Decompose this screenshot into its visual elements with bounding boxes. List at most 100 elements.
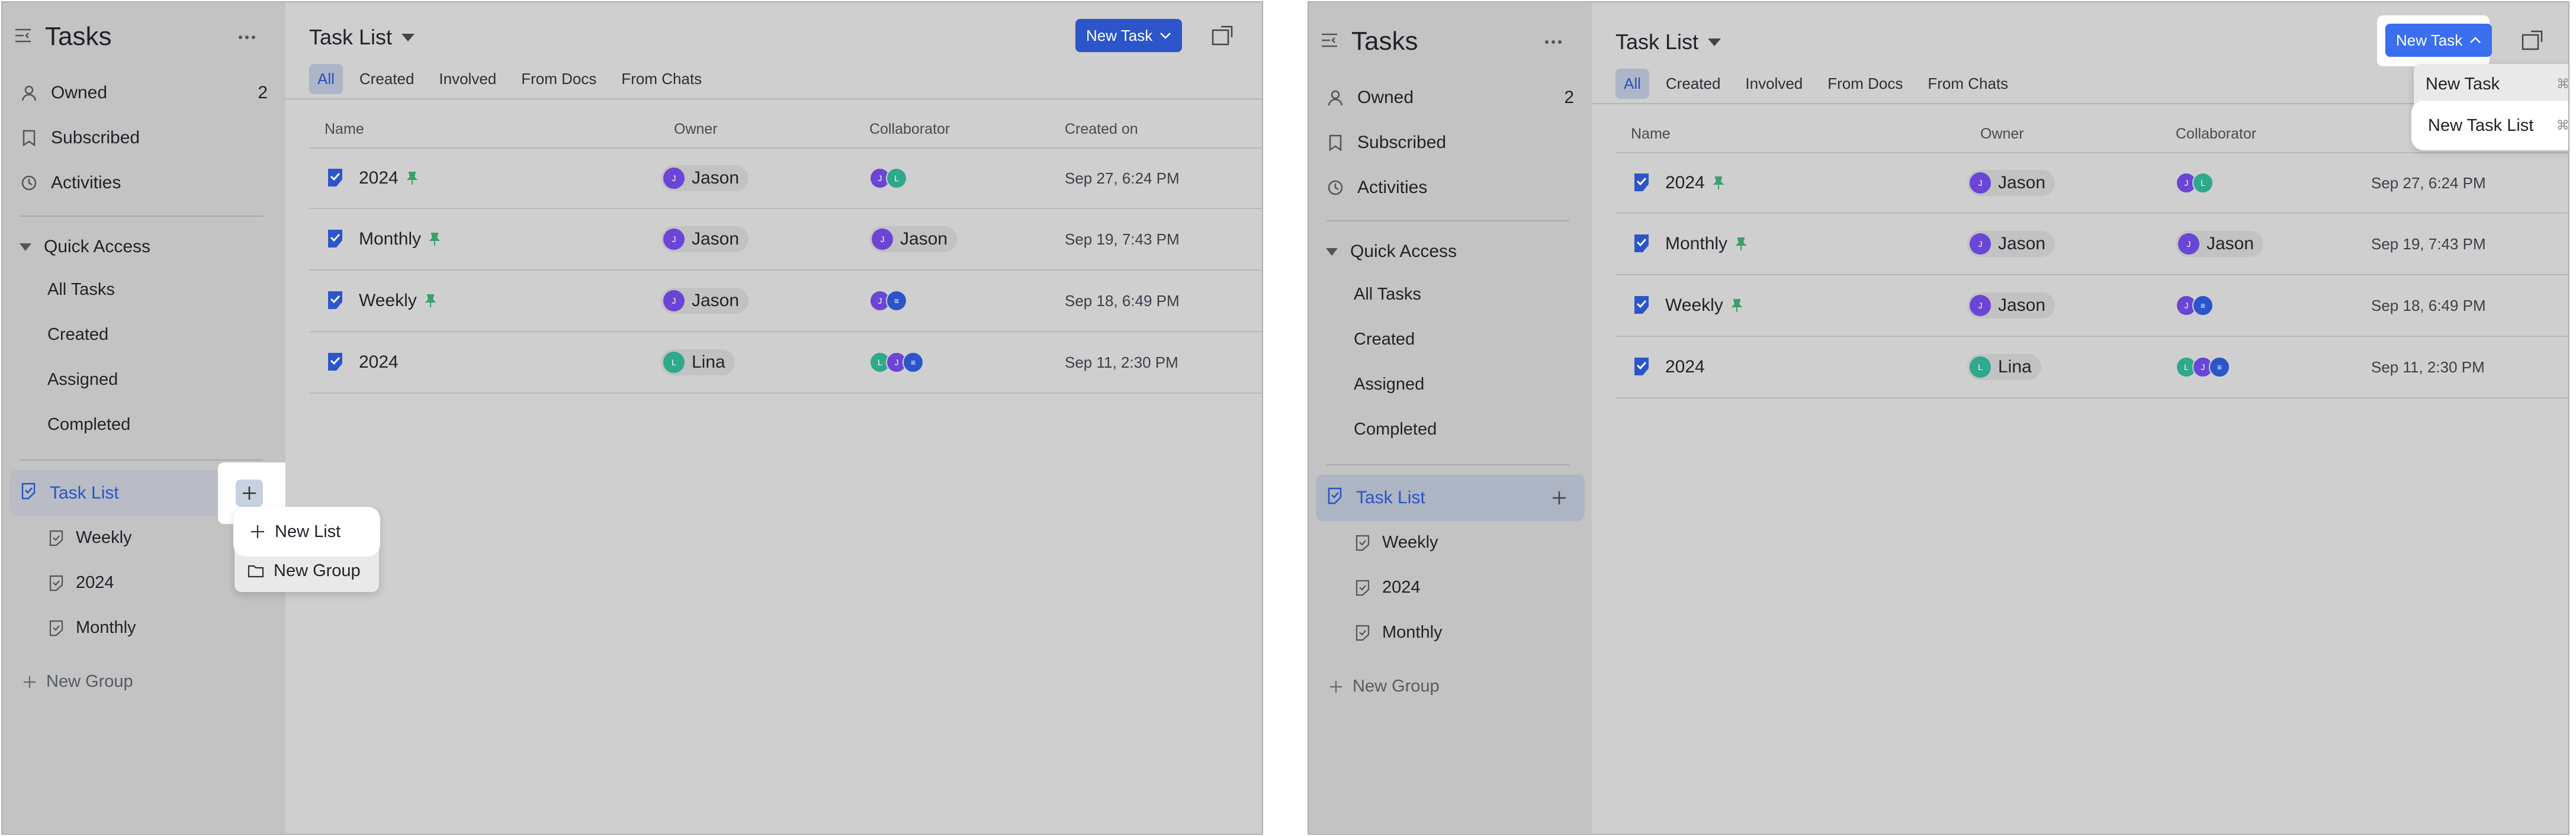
task-list-child-weekly[interactable]: Weekly xyxy=(1355,533,1438,552)
task-list-child-2024[interactable]: 2024 xyxy=(1355,578,1421,597)
collaborator-avatars[interactable]: J ≡ xyxy=(2176,295,2214,316)
quick-access-all-tasks[interactable]: All Tasks xyxy=(47,280,115,300)
quick-access-created[interactable]: Created xyxy=(47,325,108,345)
more-icon[interactable] xyxy=(1540,28,1567,56)
table-row[interactable]: 2024 J Jason JL Sep 27, 6:24 PM xyxy=(309,147,1262,209)
collapse-sidebar-icon[interactable] xyxy=(14,28,32,46)
collaborator-avatars[interactable]: L J ≡ xyxy=(2176,356,2230,378)
tab-created[interactable]: Created xyxy=(351,64,423,94)
tab-from-chats[interactable]: From Chats xyxy=(613,64,710,94)
task-list-child-weekly[interactable]: Weekly xyxy=(49,528,132,548)
table-row[interactable]: Weekly J Jason J ≡ Sep 18, 6:49 PM xyxy=(309,271,1262,332)
avatar: L xyxy=(2192,172,2214,194)
new-task-button[interactable]: New Task xyxy=(1075,19,1183,52)
tab-involved[interactable]: Involved xyxy=(431,64,505,94)
sidebar-item-subscribed[interactable]: Subscribed xyxy=(9,118,278,158)
owner-pill[interactable]: J Jason xyxy=(1967,231,2055,257)
table-row[interactable]: Monthly J Jason J Jason Sep 19, 7:43 PM xyxy=(1615,214,2568,275)
quick-access-assigned[interactable]: Assigned xyxy=(47,370,118,390)
avatar: J xyxy=(1970,172,1991,194)
created-date: Sep 19, 7:43 PM xyxy=(2371,234,2486,253)
new-group-button[interactable]: New Group xyxy=(23,672,133,692)
page-title[interactable]: Task List xyxy=(309,25,415,50)
tab-from-docs[interactable]: From Docs xyxy=(1819,69,1911,99)
menu-item-new-list[interactable]: New List xyxy=(242,515,372,548)
task-name: 2024 xyxy=(359,352,399,372)
quick-access-assigned[interactable]: Assigned xyxy=(1354,375,1424,394)
shortcut-hint: ⌘ + N xyxy=(2556,76,2569,91)
new-task-button[interactable]: New Task xyxy=(2385,24,2493,57)
menu-item-label: New List xyxy=(275,522,341,541)
sidebar-item-task-list[interactable]: Task List xyxy=(1316,475,1585,521)
owner-pill[interactable]: L Lina xyxy=(1967,354,2041,380)
quick-access-completed[interactable]: Completed xyxy=(47,415,130,435)
owner-pill[interactable]: L Lina xyxy=(661,349,735,375)
table-row[interactable]: Monthly J Jason J Jason Sep 19, 7:43 PM xyxy=(309,209,1262,271)
table-row[interactable]: 2024 L Lina L J ≡ Sep 11, 2:30 PM xyxy=(309,332,1262,394)
menu-item-new-group[interactable]: New Group xyxy=(239,554,374,587)
menu-item-new-task[interactable]: New Task ⌘ + N xyxy=(2417,67,2569,101)
divider xyxy=(20,216,263,217)
sidebar-item-activities[interactable]: Activities xyxy=(1316,168,1585,208)
menu-item-new-task-list[interactable]: New Task List ⌘ + L xyxy=(2420,109,2568,142)
filter-tabs: All Created Involved From Docs From Chat… xyxy=(1615,69,2025,99)
owner-pill[interactable]: J Jason xyxy=(661,165,749,191)
tab-involved[interactable]: Involved xyxy=(1737,69,1811,99)
collaborator-pill[interactable]: J Jason xyxy=(2176,231,2264,257)
tab-from-chats[interactable]: From Chats xyxy=(1919,69,2016,99)
owner-pill[interactable]: J Jason xyxy=(661,226,749,252)
quick-access-created[interactable]: Created xyxy=(1354,330,1415,349)
owner-pill[interactable]: J Jason xyxy=(1967,170,2055,196)
task-list-child-monthly[interactable]: Monthly xyxy=(49,618,136,638)
quick-access-completed[interactable]: Completed xyxy=(1354,420,1437,439)
page-title-text: Task List xyxy=(309,25,393,49)
tab-all[interactable]: All xyxy=(1615,69,1649,99)
task-list-icon xyxy=(20,482,37,504)
more-icon[interactable] xyxy=(233,24,261,51)
table-row[interactable]: Weekly J Jason J ≡ Sep 18, 6:49 PM xyxy=(1615,275,2568,337)
divider xyxy=(1326,464,1569,465)
owner-name: Lina xyxy=(692,352,725,372)
task-list-child-2024[interactable]: 2024 xyxy=(49,573,114,593)
tab-from-docs[interactable]: From Docs xyxy=(513,64,605,94)
tab-created[interactable]: Created xyxy=(1658,69,1729,99)
table-row[interactable]: 2024 J Jason JL Sep 27, 6:24 PM xyxy=(1615,152,2568,214)
collaborator-avatars[interactable]: JL xyxy=(869,168,907,189)
table-row[interactable]: 2024 L Lina L J ≡ Sep 11, 2:30 PM xyxy=(1615,337,2568,398)
sidebar-item-owned[interactable]: Owned 2 xyxy=(1316,78,1585,118)
task-list-child-monthly[interactable]: Monthly xyxy=(1355,623,1443,642)
collaborator-avatars[interactable]: J ≡ xyxy=(869,290,907,311)
avatar: J xyxy=(663,168,685,189)
quick-access-all-tasks[interactable]: All Tasks xyxy=(1354,285,1421,304)
add-list-button[interactable] xyxy=(236,480,263,507)
owner-name: Lina xyxy=(1998,357,2032,377)
owner-pill[interactable]: J Jason xyxy=(1967,292,2055,319)
owner-name: Jason xyxy=(1998,295,2046,315)
open-panel-icon[interactable] xyxy=(1210,24,1234,47)
open-panel-icon[interactable] xyxy=(2520,28,2544,52)
new-group-button[interactable]: New Group xyxy=(1329,677,1440,696)
owner-pill[interactable]: J Jason xyxy=(661,288,749,314)
child-label: 2024 xyxy=(76,573,114,592)
sidebar-item-label: Owned xyxy=(51,83,108,102)
add-menu: New List New Group xyxy=(235,509,379,592)
sidebar-item-label: Activities xyxy=(51,173,121,192)
owned-count: 2 xyxy=(258,83,268,102)
quick-access-header[interactable]: Quick Access xyxy=(19,237,150,257)
quick-access-header[interactable]: Quick Access xyxy=(1325,242,1457,262)
collapse-sidebar-icon[interactable] xyxy=(1321,33,1338,51)
child-label: Monthly xyxy=(1382,623,1443,642)
task-name: 2024 xyxy=(1665,357,1705,377)
add-list-button[interactable] xyxy=(1546,484,1573,512)
sidebar-item-activities[interactable]: Activities xyxy=(9,163,278,203)
collaborator-avatars[interactable]: JL xyxy=(2176,172,2214,194)
tab-all[interactable]: All xyxy=(309,64,343,94)
collaborator-pill[interactable]: J Jason xyxy=(869,226,958,252)
page-title[interactable]: Task List xyxy=(1615,30,1721,54)
collaborator-avatars[interactable]: L J ≡ xyxy=(869,352,924,373)
sidebar-item-subscribed[interactable]: Subscribed xyxy=(1316,123,1585,163)
created-date: Sep 18, 6:49 PM xyxy=(2371,296,2486,314)
owner-cell: J Jason xyxy=(1967,275,2055,336)
task-list-icon xyxy=(328,230,342,247)
sidebar-item-owned[interactable]: Owned 2 xyxy=(9,73,278,113)
